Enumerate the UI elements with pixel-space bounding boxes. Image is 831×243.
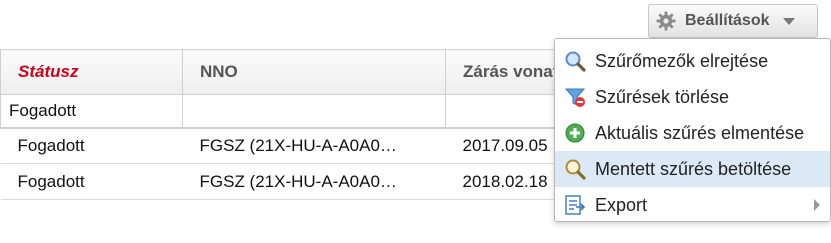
magnifier-icon: [563, 49, 587, 73]
filter-nno-input[interactable]: [182, 94, 446, 129]
menu-item-hide-filters[interactable]: Szűrőmezők elrejtése: [555, 43, 830, 79]
settings-label: Beállítások: [685, 12, 770, 29]
gear-icon: [655, 10, 677, 32]
search-icon: [563, 157, 587, 181]
column-header-nno[interactable]: NNO: [182, 49, 446, 95]
menu-item-clear-filters[interactable]: Szűrések törlése: [555, 79, 830, 115]
export-icon: [563, 193, 587, 217]
menu-item-load-filter[interactable]: Mentett szűrés betöltése: [555, 151, 830, 187]
cell-nno: FGSZ (21X-HU-A-A0A0…: [182, 163, 446, 200]
settings-menu: Szűrőmezők elrejtése Szűrések törlése Ak…: [554, 38, 831, 222]
menu-item-label: Aktuális szűrés elmentése: [595, 122, 805, 143]
plus-circle-icon: [563, 121, 587, 145]
menu-item-label: Szűrőmezők elrejtése: [595, 50, 769, 71]
menu-item-label: Export: [595, 194, 648, 215]
cell-nno: FGSZ (21X-HU-A-A0A0…: [182, 127, 446, 164]
settings-button[interactable]: Beállítások: [648, 4, 818, 38]
menu-item-export[interactable]: Export: [555, 187, 830, 223]
chevron-down-icon: [783, 17, 796, 25]
menu-item-label: Szűrések törlése: [595, 86, 730, 107]
cell-status: Fogadott: [0, 163, 183, 200]
chevron-right-icon: [814, 199, 820, 211]
menu-item-label: Mentett szűrés betöltése: [595, 158, 792, 179]
funnel-remove-icon: [563, 85, 587, 109]
menu-item-save-filter[interactable]: Aktuális szűrés elmentése: [555, 115, 830, 151]
cell-status: Fogadott: [0, 127, 183, 164]
column-header-status[interactable]: Státusz: [0, 49, 183, 95]
filter-status-input[interactable]: Fogadott: [0, 94, 183, 129]
